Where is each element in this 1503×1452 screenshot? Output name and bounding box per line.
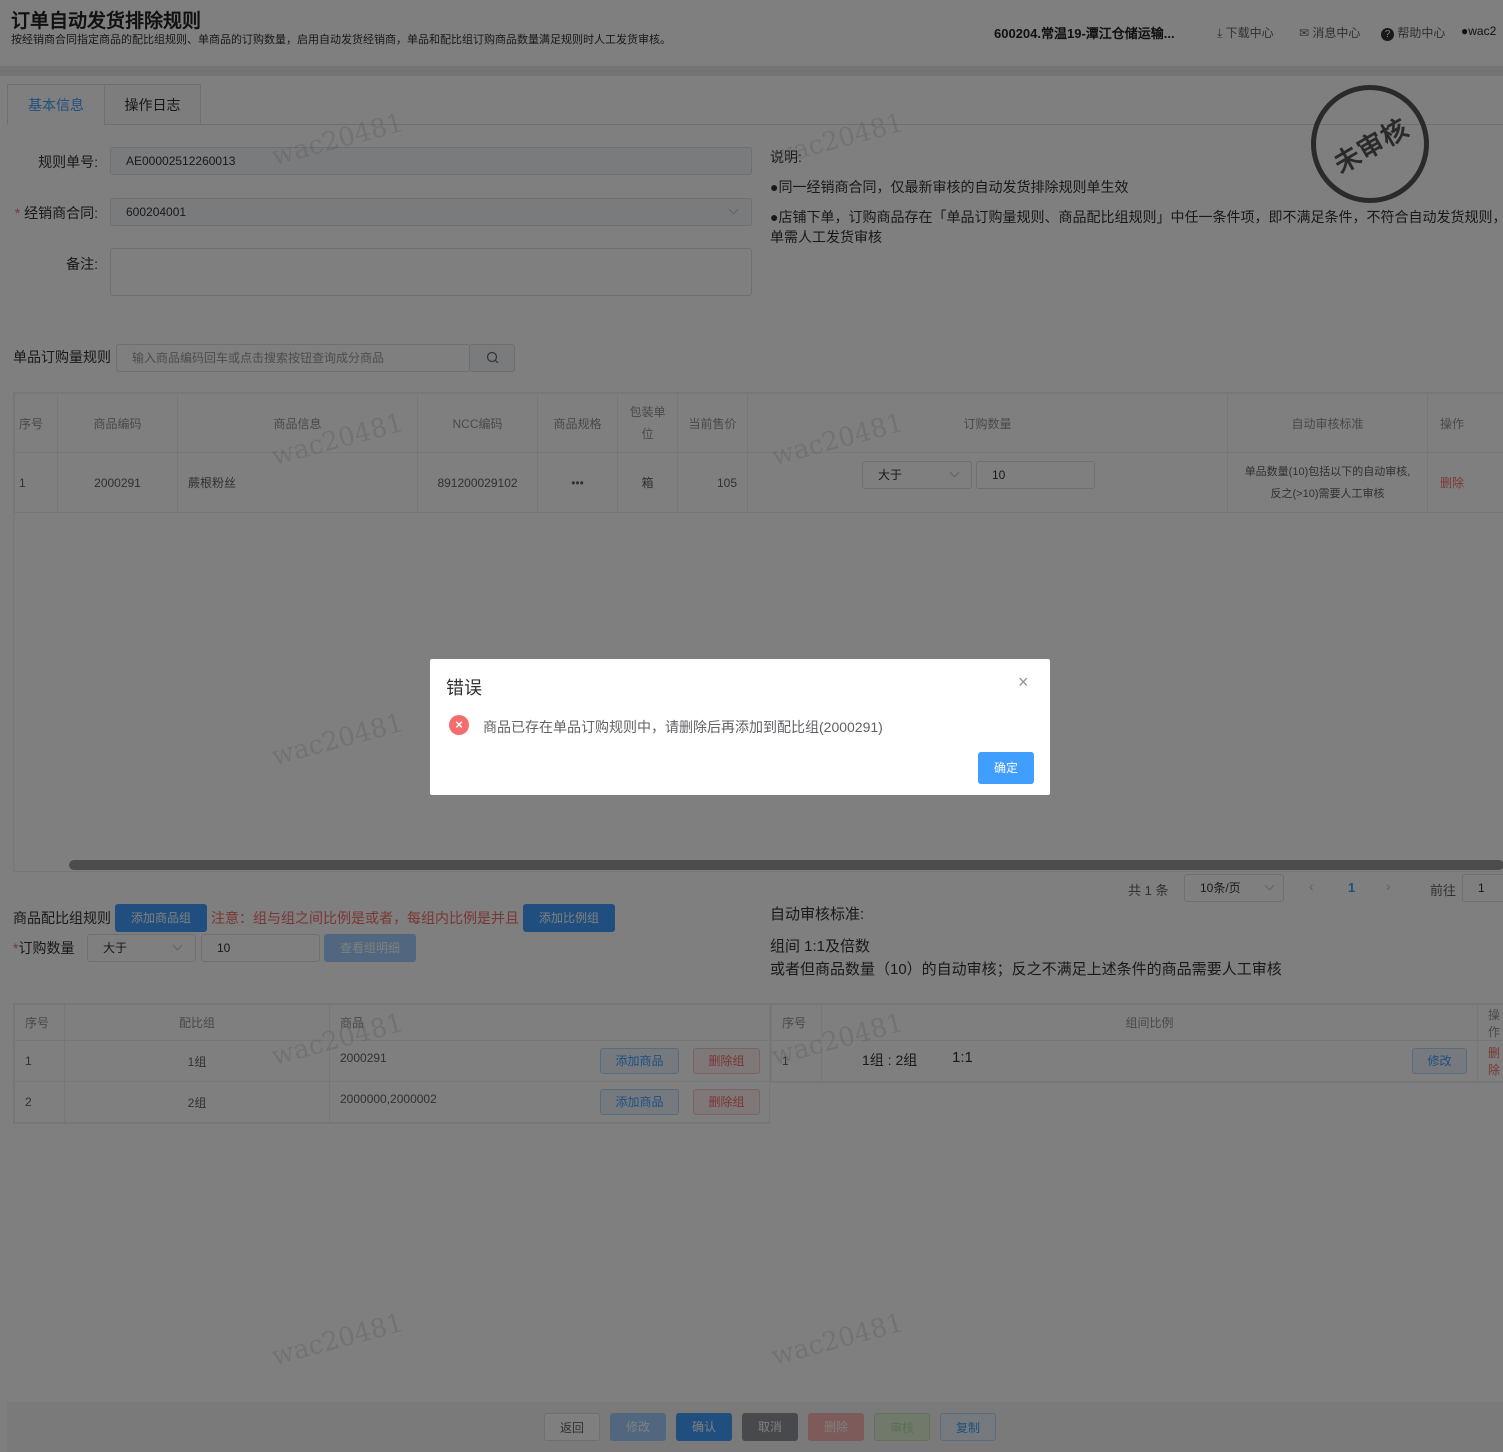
dialog-ok-button[interactable]: 确定 (978, 752, 1034, 784)
dialog-title: 错误 (446, 678, 482, 698)
error-icon: × (449, 715, 469, 735)
error-dialog: 错误 × × 商品已存在单品订购规则中，请删除后再添加到配比组(2000291)… (430, 659, 1050, 795)
dialog-message: 商品已存在单品订购规则中，请删除后再添加到配比组(2000291) (483, 719, 883, 735)
close-icon[interactable]: × (1018, 672, 1029, 693)
